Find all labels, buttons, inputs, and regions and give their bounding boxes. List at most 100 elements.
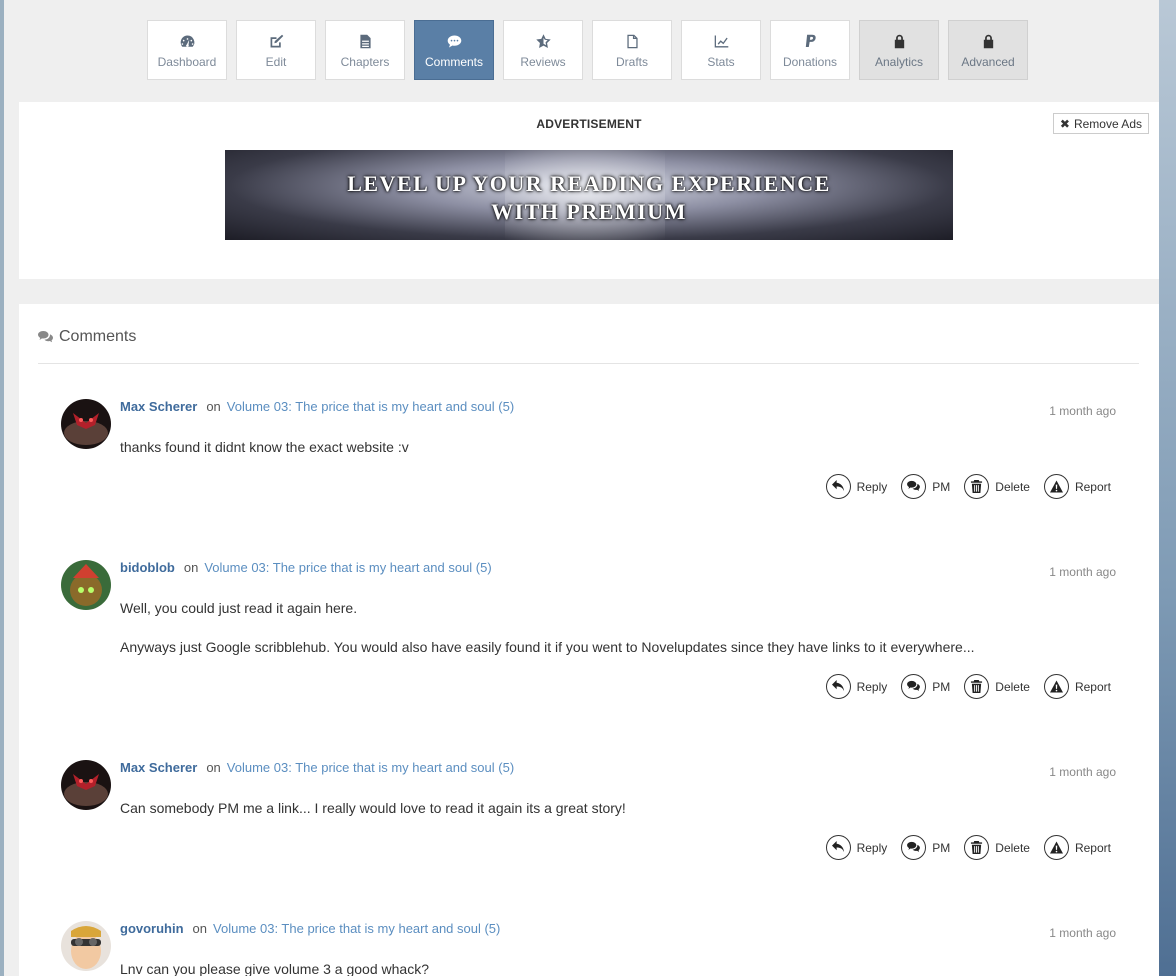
comments-panel: Comments Max Scherer on Volume 03: The p… <box>19 304 1159 976</box>
comment-text: Lnv can you please give volume 3 a good … <box>120 961 429 976</box>
comment-actions: Reply PM Delete Report <box>825 474 1111 499</box>
comment-author[interactable]: bidoblob <box>120 560 175 575</box>
report-button[interactable]: Report <box>1043 674 1111 699</box>
advertisement-label: ADVERTISEMENT <box>536 117 642 131</box>
tab-advanced-label: Advanced <box>961 54 1015 69</box>
comment-text: Well, you could just read it again here. <box>120 600 358 616</box>
on-word: on <box>206 760 221 775</box>
edit-icon <box>266 32 286 52</box>
tab-comments[interactable]: Comments <box>414 20 494 80</box>
comment-actions: Reply PM Delete Report <box>825 835 1111 860</box>
pm-label: PM <box>932 679 951 694</box>
chapter-link[interactable]: Volume 03: The price that is my heart an… <box>213 921 500 936</box>
line-chart-icon <box>711 32 731 52</box>
warning-icon <box>1043 474 1069 499</box>
trash-icon <box>964 674 990 699</box>
comment-author[interactable]: govoruhin <box>120 921 184 936</box>
tab-donations[interactable]: Donations <box>770 20 850 80</box>
comment-meta: Max Scherer on Volume 03: The price that… <box>120 760 514 775</box>
reply-icon <box>825 674 851 699</box>
comment-actions: Reply PM Delete Report <box>825 674 1111 699</box>
remove-ads-button[interactable]: ✖ Remove Ads <box>1052 113 1149 134</box>
comments-icon <box>38 331 53 343</box>
reply-button[interactable]: Reply <box>825 474 888 499</box>
tab-reviews[interactable]: Reviews <box>503 20 583 80</box>
tab-stats[interactable]: Stats <box>681 20 761 80</box>
comment-author[interactable]: Max Scherer <box>120 399 197 414</box>
delete-button[interactable]: Delete <box>964 674 1030 699</box>
pm-icon <box>901 474 927 499</box>
tab-advanced[interactable]: Advanced <box>948 20 1028 80</box>
delete-button[interactable]: Delete <box>964 474 1030 499</box>
report-label: Report <box>1074 679 1111 694</box>
pm-label: PM <box>932 479 951 494</box>
chapter-link[interactable]: Volume 03: The price that is my heart an… <box>204 560 491 575</box>
document-icon <box>355 32 375 52</box>
comment-item: govoruhin on Volume 03: The price that i… <box>61 921 1116 976</box>
tab-analytics-label: Analytics <box>874 54 924 69</box>
comment-text: Can somebody PM me a link... I really wo… <box>120 800 626 816</box>
comment-text: Anyways just Google scribblehub. You wou… <box>120 639 975 655</box>
close-icon: ✖ <box>1059 116 1070 131</box>
delete-label: Delete <box>995 840 1030 855</box>
reply-label: Reply <box>856 840 888 855</box>
tab-dashboard[interactable]: Dashboard <box>147 20 227 80</box>
lock-icon <box>978 32 998 52</box>
trash-icon <box>964 474 990 499</box>
report-button[interactable]: Report <box>1043 835 1111 860</box>
avatar[interactable] <box>61 399 111 449</box>
banner-text: LEVEL UP YOUR READING EXPERIENCE WITH PR… <box>225 170 953 226</box>
pm-button[interactable]: PM <box>901 674 950 699</box>
advertisement-panel: ADVERTISEMENT ✖ Remove Ads LEVEL UP YOUR… <box>19 102 1159 279</box>
warning-icon <box>1043 835 1069 860</box>
tab-comments-label: Comments <box>424 54 483 69</box>
tab-stats-label: Stats <box>707 54 735 69</box>
pm-button[interactable]: PM <box>901 474 950 499</box>
banner-line-1: LEVEL UP YOUR READING EXPERIENCE <box>347 171 831 196</box>
report-label: Report <box>1074 479 1111 494</box>
remove-ads-label: Remove Ads <box>1073 116 1142 131</box>
tab-edit[interactable]: Edit <box>236 20 316 80</box>
tab-drafts[interactable]: Drafts <box>592 20 672 80</box>
file-icon <box>622 32 642 52</box>
comment-meta: Max Scherer on Volume 03: The price that… <box>120 399 514 414</box>
tab-reviews-label: Reviews <box>520 54 566 69</box>
tab-chapters[interactable]: Chapters <box>325 20 405 80</box>
pm-button[interactable]: PM <box>901 835 950 860</box>
tab-edit-label: Edit <box>265 54 287 69</box>
report-label: Report <box>1074 840 1111 855</box>
author-toolbar: Dashboard Edit Chapters Comments Reviews… <box>147 20 1028 80</box>
reply-icon <box>825 474 851 499</box>
delete-button[interactable]: Delete <box>964 835 1030 860</box>
pm-icon <box>901 835 927 860</box>
warning-icon <box>1043 674 1069 699</box>
reply-button[interactable]: Reply <box>825 835 888 860</box>
chapter-link[interactable]: Volume 03: The price that is my heart an… <box>227 760 514 775</box>
comment-text: thanks found it didnt know the exact web… <box>120 439 409 455</box>
avatar[interactable] <box>61 760 111 810</box>
tab-drafts-label: Drafts <box>615 54 648 69</box>
reply-label: Reply <box>856 479 888 494</box>
tab-analytics[interactable]: Analytics <box>859 20 939 80</box>
comments-icon <box>444 32 464 52</box>
comments-title: Comments <box>59 328 137 345</box>
on-word: on <box>183 560 199 575</box>
comment-time: 1 month ago <box>1049 765 1116 779</box>
comment-meta: bidoblob on Volume 03: The price that is… <box>120 560 492 575</box>
premium-banner[interactable]: LEVEL UP YOUR READING EXPERIENCE WITH PR… <box>225 150 953 240</box>
comment-time: 1 month ago <box>1049 565 1116 579</box>
delete-label: Delete <box>995 679 1030 694</box>
on-word: on <box>192 921 208 936</box>
reply-button[interactable]: Reply <box>825 674 887 699</box>
pm-label: PM <box>932 840 951 855</box>
chapter-link[interactable]: Volume 03: The price that is my heart an… <box>227 399 514 414</box>
dashboard-icon <box>177 32 197 52</box>
delete-label: Delete <box>995 479 1030 494</box>
avatar[interactable] <box>61 921 111 971</box>
comment-time: 1 month ago <box>1049 404 1116 418</box>
avatar[interactable] <box>61 560 111 610</box>
report-button[interactable]: Report <box>1043 474 1111 499</box>
comment-author[interactable]: Max Scherer <box>120 760 197 775</box>
comment-time: 1 month ago <box>1049 926 1116 940</box>
comment-meta: govoruhin on Volume 03: The price that i… <box>120 921 500 936</box>
